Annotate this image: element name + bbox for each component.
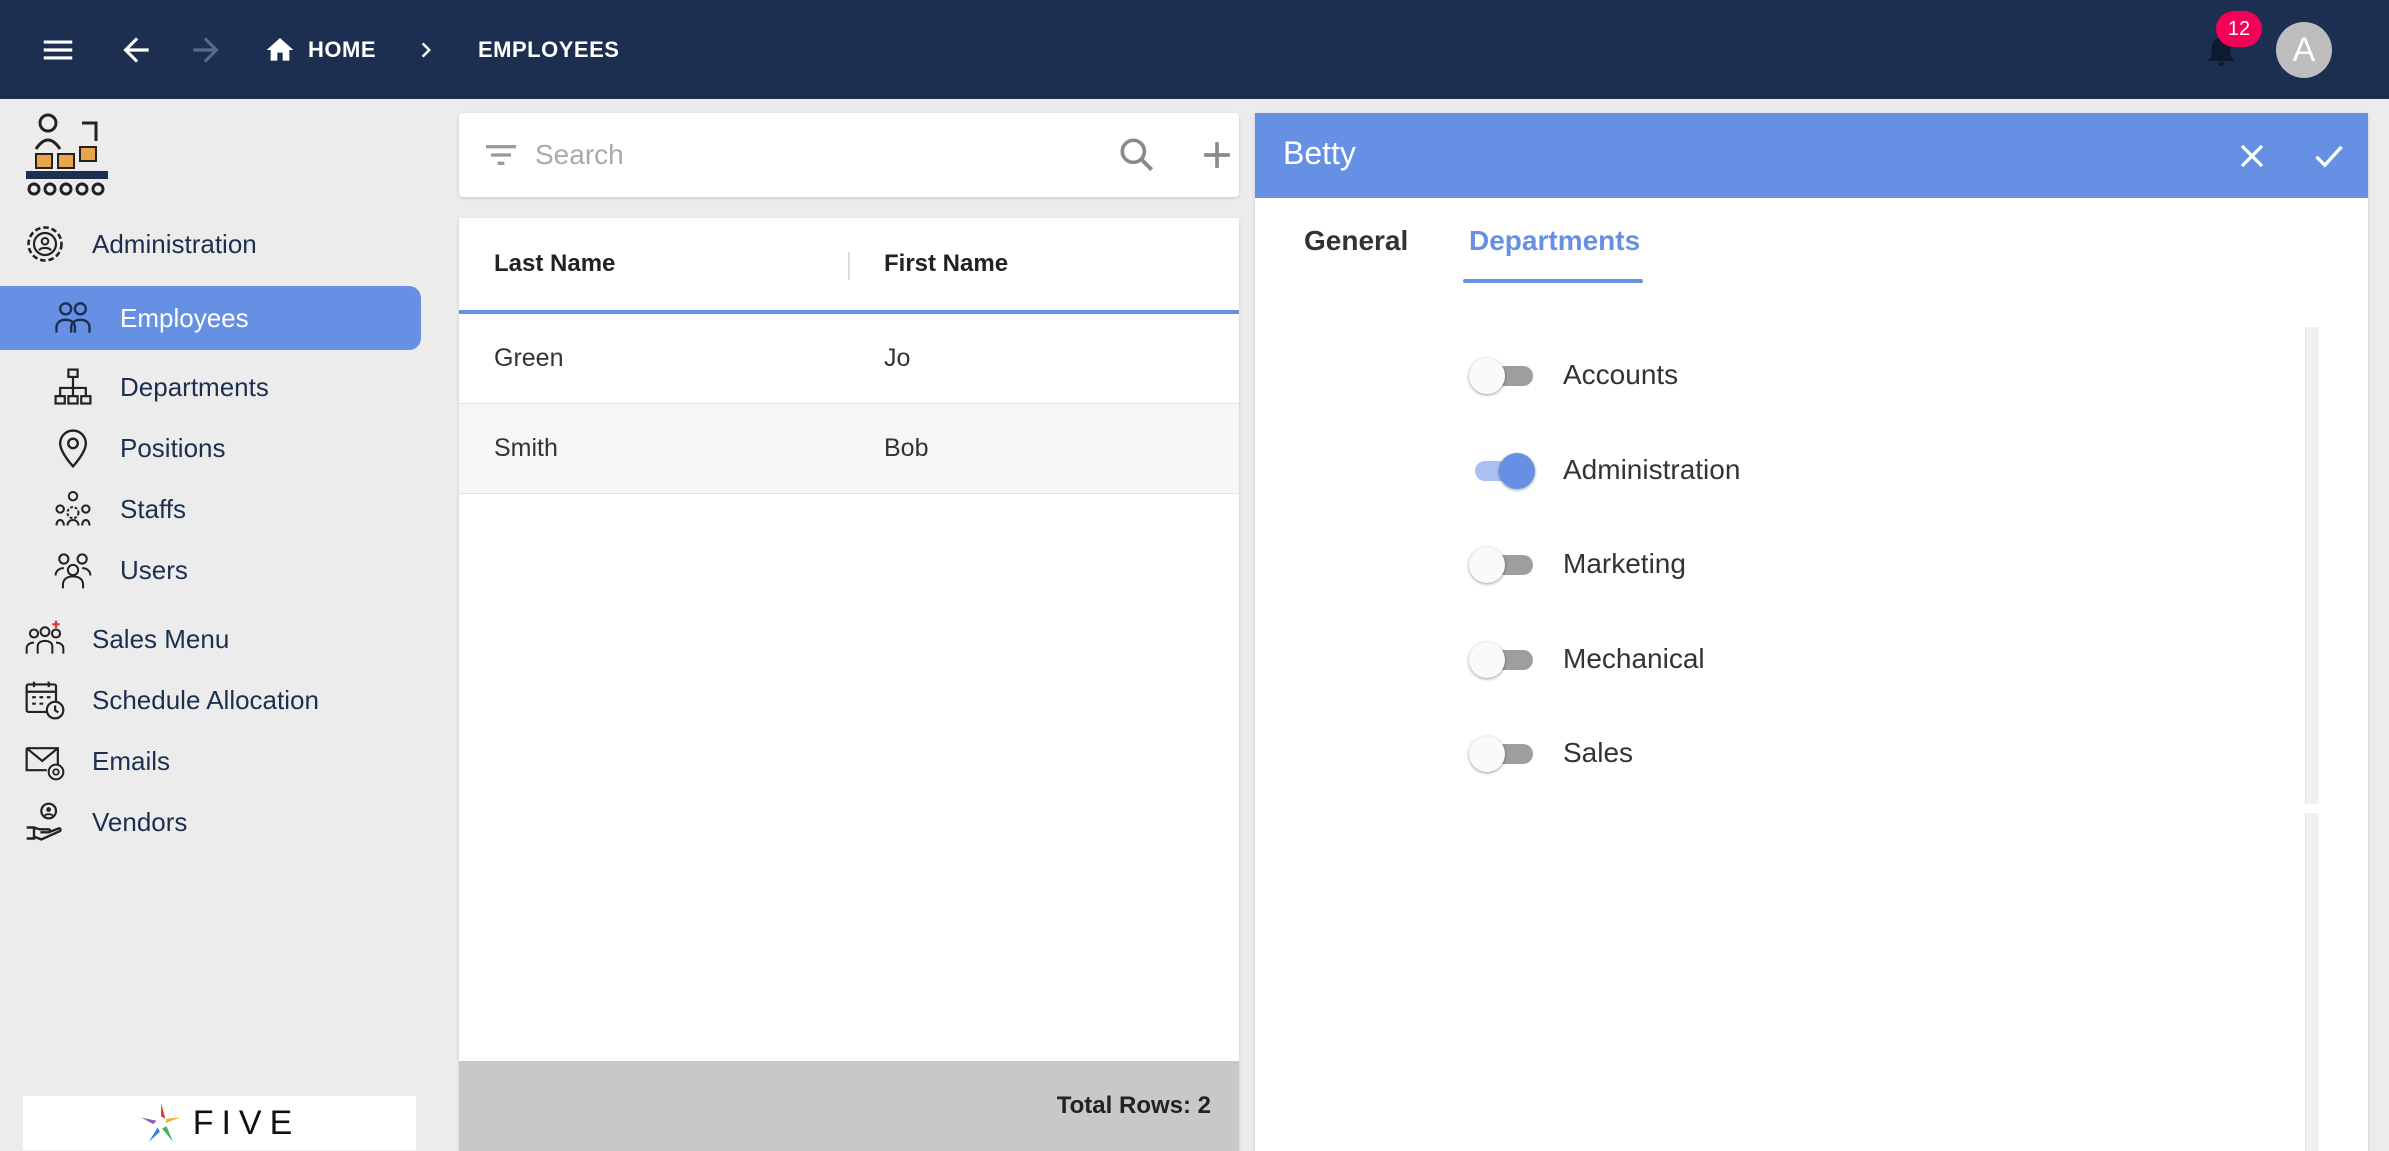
- employees-icon: [50, 295, 96, 341]
- sidebar-item-label: Departments: [120, 371, 269, 402]
- toggle-switch[interactable]: [1469, 544, 1535, 584]
- location-pin-icon: [50, 425, 96, 471]
- department-toggle-administration[interactable]: Administration: [1469, 440, 1740, 500]
- chevron-right-icon: [401, 25, 451, 75]
- breadcrumb-home-label: HOME: [308, 37, 376, 62]
- toggle-label: Administration: [1563, 454, 1741, 485]
- table-footer: Total Rows: 2: [459, 1061, 1239, 1151]
- app-logo: [26, 113, 108, 196]
- close-icon: [2240, 144, 2264, 168]
- forward-arrow-icon[interactable]: [181, 25, 231, 75]
- search-icon[interactable]: [1115, 133, 1159, 177]
- toggle-switch[interactable]: [1469, 355, 1535, 395]
- tab-departments[interactable]: Departments: [1469, 225, 1640, 285]
- five-brand-text: FIVE: [192, 1103, 301, 1142]
- gear-user-icon: [22, 221, 68, 267]
- detail-title: Betty: [1283, 135, 1356, 171]
- sidebar-item-staffs[interactable]: Staffs: [50, 477, 420, 541]
- save-button[interactable]: [2306, 133, 2352, 179]
- close-button[interactable]: [2229, 133, 2275, 179]
- cell-last-name: Green: [494, 344, 564, 372]
- add-icon[interactable]: [1195, 133, 1239, 177]
- sidebar-item-label: Schedule Allocation: [92, 684, 319, 715]
- back-arrow-icon[interactable]: [111, 25, 161, 75]
- tab-general[interactable]: General: [1304, 225, 1408, 285]
- cell-first-name: Jo: [884, 344, 911, 372]
- toggle-label: Accounts: [1563, 359, 1679, 390]
- app-window: HOME EMPLOYEES 12 A Administration Emplo…: [0, 0, 2389, 1151]
- home-icon: [266, 38, 294, 61]
- breadcrumb-home[interactable]: HOME: [264, 28, 376, 72]
- org-chart-icon: [50, 364, 96, 410]
- sidebar-item-label: Staffs: [120, 493, 187, 524]
- department-toggle-mechanical[interactable]: Mechanical: [1469, 629, 1705, 689]
- email-icon: [22, 738, 68, 784]
- toggle-label: Marketing: [1563, 548, 1686, 579]
- toggle-label: Sales: [1563, 737, 1634, 768]
- sidebar-item-employees[interactable]: Employees: [0, 286, 421, 350]
- table-header: Last Name First Name: [459, 218, 1239, 314]
- staff-icon: [50, 486, 96, 532]
- detail-header: Betty: [1255, 113, 2368, 198]
- vendor-hand-icon: [22, 799, 68, 845]
- sidebar-item-label: Administration: [92, 228, 257, 259]
- breadcrumb-current: EMPLOYEES: [478, 28, 619, 72]
- employee-table: Last Name First Name Green Jo Smith Bob …: [459, 218, 1239, 1151]
- sidebar-item-vendors[interactable]: Vendors: [22, 790, 422, 854]
- sidebar-item-schedule-allocation[interactable]: Schedule Allocation: [22, 668, 422, 732]
- sidebar-item-administration[interactable]: Administration: [22, 212, 422, 276]
- cell-last-name: Smith: [494, 434, 558, 462]
- detail-panel: Betty General Departments Accounts Admin…: [1255, 113, 2368, 1151]
- sidebar-item-departments[interactable]: Departments: [50, 355, 420, 419]
- sidebar-item-label: Emails: [92, 745, 171, 776]
- calendar-clock-icon: [22, 677, 68, 723]
- sidebar-item-label: Positions: [120, 432, 226, 463]
- sidebar-item-sales-menu[interactable]: Sales Menu: [22, 607, 422, 671]
- sidebar-item-positions[interactable]: Positions: [50, 416, 420, 480]
- sales-team-icon: [22, 616, 68, 662]
- sidebar-item-label: Sales Menu: [92, 623, 230, 654]
- check-icon: [2315, 145, 2343, 168]
- five-star-icon: [140, 1103, 181, 1142]
- filter-icon[interactable]: [481, 135, 521, 175]
- column-header-first-name[interactable]: First Name: [884, 250, 1008, 278]
- avatar[interactable]: A: [2276, 22, 2332, 78]
- table-row[interactable]: Smith Bob: [459, 404, 1239, 494]
- sidebar-item-label: Users: [120, 554, 188, 585]
- scrollbar-lower[interactable]: [2305, 813, 2319, 1151]
- sidebar-item-emails[interactable]: Emails: [22, 729, 422, 793]
- sidebar-item-label: Employees: [120, 302, 249, 333]
- active-tab-indicator: [1463, 279, 1643, 283]
- sidebar: Administration Employees Departments Pos…: [0, 99, 440, 1151]
- scrollbar[interactable]: [2305, 327, 2319, 804]
- toggle-label: Mechanical: [1563, 643, 1705, 674]
- toggle-switch[interactable]: [1469, 450, 1535, 490]
- top-bar: HOME EMPLOYEES 12 A: [0, 0, 2389, 99]
- department-toggle-sales[interactable]: Sales: [1469, 723, 1633, 783]
- column-divider[interactable]: [848, 252, 850, 280]
- department-toggle-accounts[interactable]: Accounts: [1469, 345, 1678, 405]
- search-input[interactable]: [535, 131, 1095, 179]
- users-icon: [50, 547, 96, 593]
- menu-icon[interactable]: [33, 25, 83, 75]
- five-brand-logo: FIVE: [23, 1096, 416, 1150]
- toggle-switch[interactable]: [1469, 639, 1535, 679]
- search-bar: [459, 113, 1239, 197]
- cell-first-name: Bob: [884, 434, 929, 462]
- toggle-switch[interactable]: [1469, 733, 1535, 773]
- column-header-last-name[interactable]: Last Name: [494, 250, 615, 278]
- total-rows-label: Total Rows: 2: [1056, 1092, 1211, 1119]
- sidebar-item-users[interactable]: Users: [50, 538, 420, 602]
- sidebar-item-label: Vendors: [92, 806, 188, 837]
- table-row[interactable]: Green Jo: [459, 314, 1239, 404]
- breadcrumb-current-label: EMPLOYEES: [478, 37, 620, 62]
- department-toggle-marketing[interactable]: Marketing: [1469, 534, 1686, 594]
- notification-badge: 12: [2216, 11, 2262, 47]
